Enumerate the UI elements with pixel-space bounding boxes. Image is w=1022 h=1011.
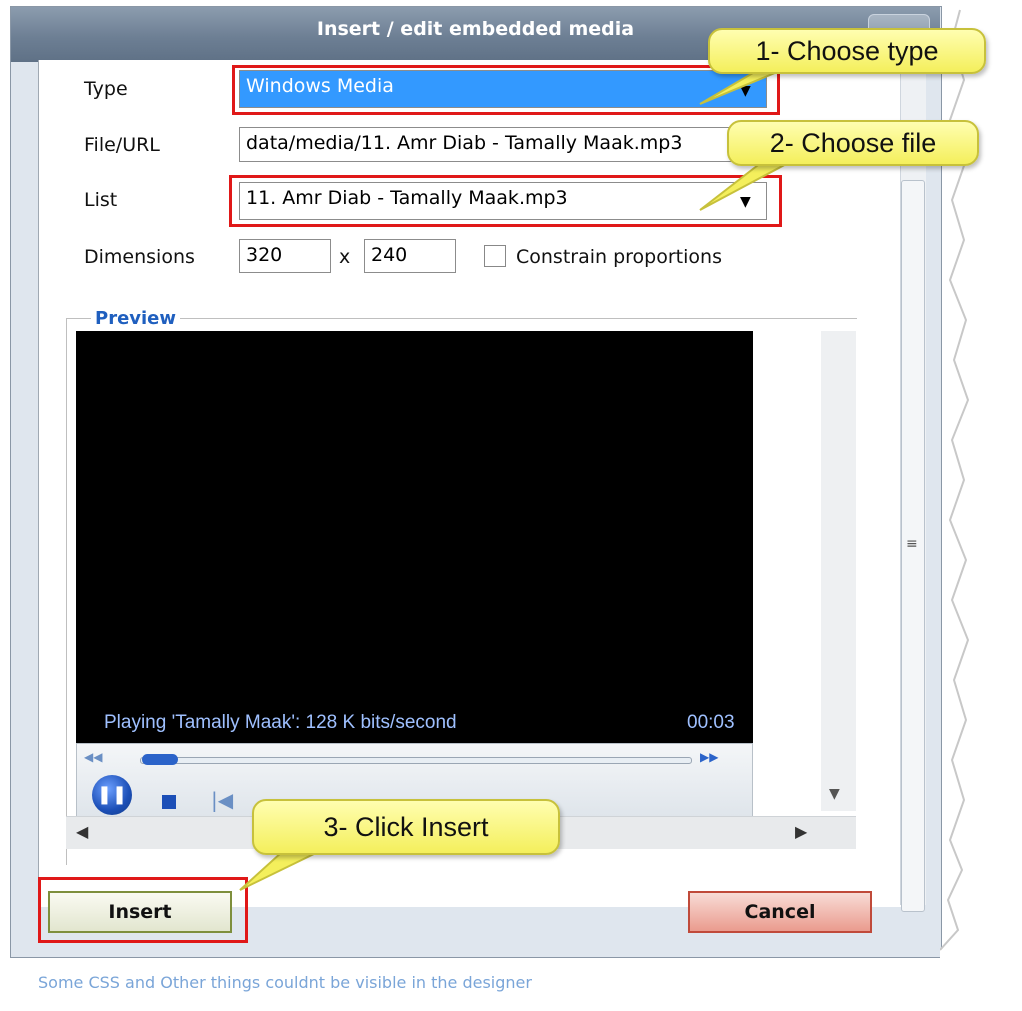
callout-choose-type: 1- Choose type [708,28,986,74]
callout-choose-file: 2- Choose file [727,120,979,166]
callout-click-insert: 3- Click Insert [252,799,560,855]
